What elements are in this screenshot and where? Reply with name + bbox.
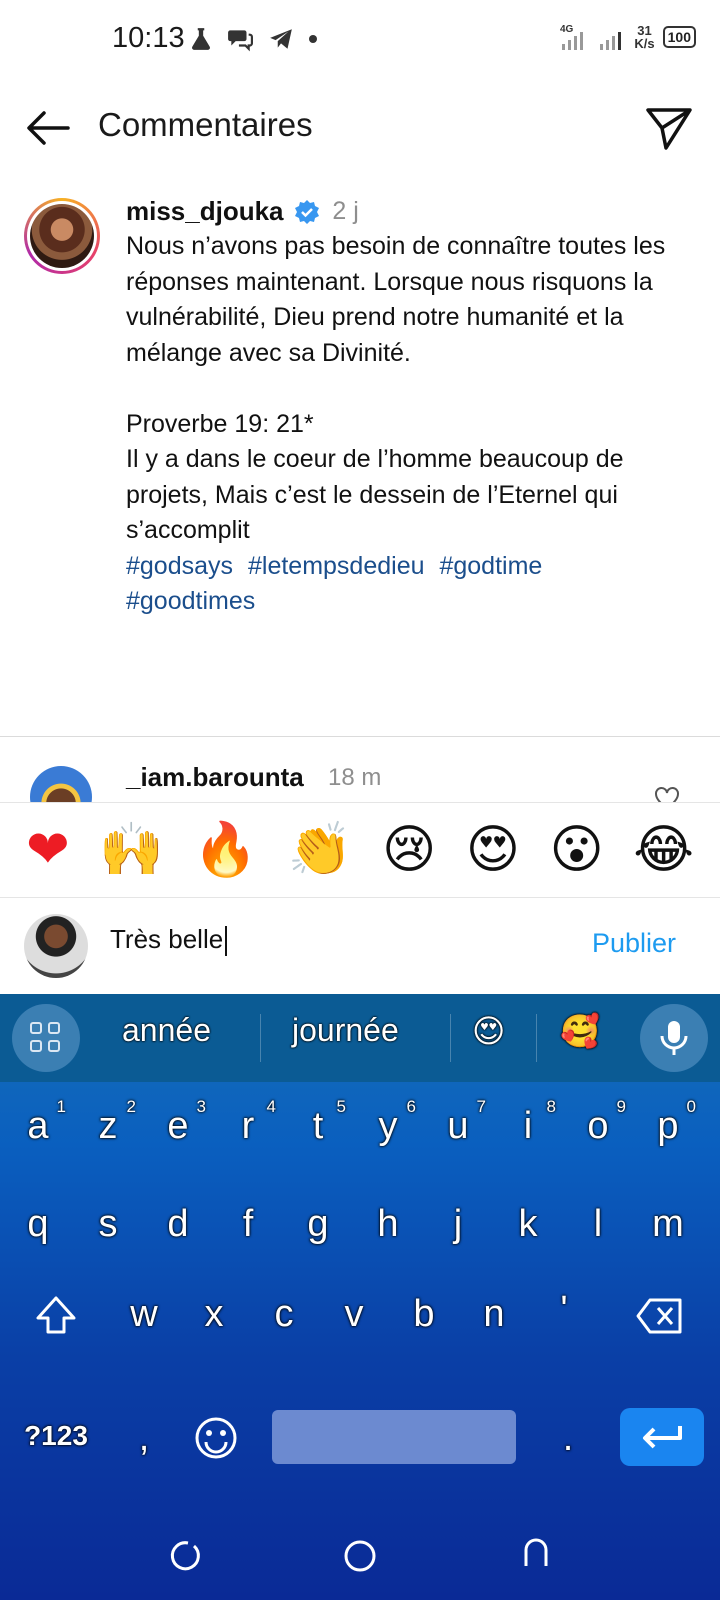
key-k[interactable]: k (498, 1184, 558, 1264)
emoji-fire-button[interactable]: 🔥 (193, 820, 258, 880)
signal-4g-icon: 4G (560, 24, 584, 50)
recent-apps-icon[interactable] (164, 1536, 204, 1576)
soft-keyboard: année journée 😍 🥰 a1 z2 e3 r4 t5 y6 u7 i… (0, 994, 720, 1600)
back-nav-icon[interactable] (516, 1536, 556, 1576)
key-q[interactable]: q (8, 1184, 68, 1264)
key-a[interactable]: a1 (8, 1086, 68, 1166)
key-i[interactable]: i8 (498, 1086, 558, 1166)
key-y[interactable]: y6 (358, 1086, 418, 1166)
backspace-key-icon[interactable] (636, 1296, 684, 1336)
key-n[interactable]: n (464, 1274, 524, 1354)
key-b[interactable]: b (394, 1274, 454, 1354)
verified-badge-icon (294, 199, 319, 224)
enter-arrow-icon (643, 1426, 682, 1449)
emoji-heart-eyes-button[interactable]: 😍 (466, 820, 520, 880)
key-f[interactable]: f (218, 1184, 278, 1264)
commenter-avatar[interactable] (30, 766, 92, 802)
telegram-icon (270, 29, 292, 49)
divider (0, 736, 720, 737)
emoji-key-icon[interactable] (192, 1414, 240, 1462)
key-period[interactable]: . (538, 1398, 598, 1478)
like-heart-icon[interactable] (654, 786, 680, 802)
comment-composer: Très belle Publier (0, 898, 720, 994)
emoji-reaction-bar: ❤ 🙌 🔥 👏 😢 😍 😮 😂 (0, 802, 720, 898)
key-o[interactable]: o9 (568, 1086, 628, 1166)
home-icon[interactable] (340, 1536, 380, 1576)
enter-key[interactable] (620, 1408, 704, 1466)
key-comma[interactable]: , (114, 1398, 174, 1478)
suggestion-item[interactable]: année (122, 1012, 211, 1049)
key-e[interactable]: e3 (148, 1086, 208, 1166)
key-j[interactable]: j (428, 1184, 488, 1264)
key-w[interactable]: w (114, 1274, 174, 1354)
key-p[interactable]: p0 (638, 1086, 698, 1166)
author-username[interactable]: miss_djouka (126, 196, 284, 227)
system-icons: 4G 31 K/s 100 (560, 22, 696, 52)
key-u[interactable]: u7 (428, 1086, 488, 1166)
status-bar: 10:13 4G 31 K/s 100 (0, 0, 720, 80)
hashtag-link[interactable]: #goodtimes (126, 587, 255, 615)
key-x[interactable]: x (184, 1274, 244, 1354)
key-r[interactable]: r4 (218, 1086, 278, 1166)
caption-time: 2 j (332, 197, 359, 225)
emoji-raised-hands-button[interactable]: 🙌 (99, 820, 164, 880)
emoji-surprised-button[interactable]: 😮 (549, 820, 603, 880)
symbols-key[interactable]: ?123 (18, 1396, 94, 1476)
network-speed: 31 K/s (634, 23, 655, 51)
shift-key-icon[interactable] (30, 1292, 82, 1340)
emoji-heart-button[interactable]: ❤ (26, 820, 70, 880)
microphone-icon[interactable] (640, 1004, 708, 1072)
hashtag-link[interactable]: #godsays (126, 552, 233, 580)
text-caret (225, 926, 228, 957)
key-apostrophe[interactable]: ' (534, 1270, 594, 1350)
author-avatar[interactable] (24, 198, 100, 274)
battery-indicator: 100 (662, 26, 696, 48)
key-z[interactable]: z2 (78, 1086, 138, 1166)
suggestion-item[interactable]: journée (292, 1012, 399, 1049)
hashtag-link[interactable]: #letempsdedieu (248, 552, 425, 580)
svg-text:4G: 4G (560, 24, 574, 35)
send-icon[interactable] (644, 102, 694, 152)
hashtag-link[interactable]: #godtime (439, 552, 542, 580)
system-nav-bar (0, 1500, 720, 1600)
key-v[interactable]: v (324, 1274, 384, 1354)
current-user-avatar (24, 914, 88, 978)
notification-icons (188, 26, 318, 52)
suggestion-emoji[interactable]: 🥰 (560, 1012, 600, 1050)
emoji-crying-button[interactable]: 😢 (382, 820, 436, 880)
hashtag-list: #godsays #letempsdedieu #godtime #goodti… (126, 549, 666, 620)
key-d[interactable]: d (148, 1184, 208, 1264)
signal-bars-icon (600, 32, 622, 50)
key-l[interactable]: l (568, 1184, 628, 1264)
suggestion-emoji[interactable]: 😍 (472, 1012, 505, 1050)
status-time: 10:13 (112, 22, 185, 54)
comment-input[interactable]: Très belle (110, 924, 540, 968)
flask-icon (192, 28, 210, 50)
back-arrow-icon[interactable] (24, 108, 72, 148)
space-key[interactable] (272, 1410, 516, 1464)
page-title: Commentaires (98, 106, 313, 143)
key-t[interactable]: t5 (288, 1086, 348, 1166)
caption-text: Nous n’avons pas besoin de connaître tou… (126, 232, 666, 544)
key-c[interactable]: c (254, 1274, 314, 1354)
key-s[interactable]: s (78, 1184, 138, 1264)
key-h[interactable]: h (358, 1184, 418, 1264)
emoji-laughing-button[interactable]: 😂 (633, 820, 694, 880)
key-g[interactable]: g (288, 1184, 348, 1264)
keyboard-menu-grid-icon[interactable] (12, 1004, 80, 1072)
chat-bubbles-icon (228, 30, 253, 52)
emoji-clap-button[interactable]: 👏 (288, 820, 353, 880)
top-app-bar: Commentaires (0, 92, 720, 162)
commenter-username[interactable]: _iam.barounta (126, 762, 304, 793)
suggestion-bar: année journée 😍 🥰 (0, 994, 720, 1082)
publish-button[interactable]: Publier (592, 928, 676, 959)
dot-icon (309, 35, 317, 43)
comment-time: 18 m (328, 764, 382, 791)
comment-item: _iam.barounta 18 m (0, 752, 720, 802)
key-m[interactable]: m (638, 1184, 698, 1264)
